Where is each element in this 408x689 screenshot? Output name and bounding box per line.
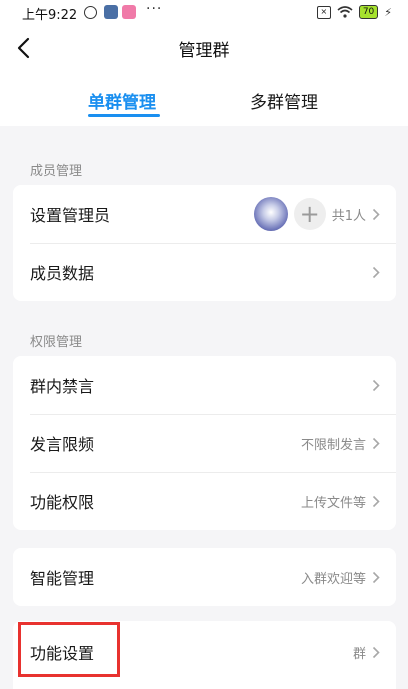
row-label: 群内禁言 — [30, 377, 95, 396]
page-title: 管理群 — [178, 41, 230, 61]
speech-rate-limit-row[interactable]: 发言限频 不限制发言 — [13, 414, 396, 472]
tab-multi-group[interactable]: 多群管理 — [250, 88, 318, 113]
chevron-right-icon — [372, 495, 380, 507]
section-label-permissions: 权限管理 — [30, 335, 83, 350]
row-right — [372, 379, 380, 392]
more-notifications-icon: ··· — [146, 1, 163, 17]
feature-permissions-row[interactable]: 功能权限 上传文件等 — [13, 472, 396, 530]
active-tab-indicator — [88, 114, 160, 117]
chevron-right-icon — [372, 437, 380, 449]
smart-management-row[interactable]: 智能管理 入群欢迎等 — [13, 548, 396, 606]
row-value: 不限制发言 — [300, 437, 366, 453]
row-label: 功能权限 — [30, 493, 95, 512]
chevron-right-icon — [372, 266, 380, 278]
charging-icon: ⚡ — [384, 5, 392, 19]
wifi-icon — [337, 6, 353, 18]
row-value: 入群欢迎等 — [300, 571, 366, 587]
chevron-right-icon — [372, 208, 380, 220]
permissions-card: 群内禁言 发言限频 不限制发言 功能权限 上传文件等 — [13, 356, 396, 530]
row-label: 智能管理 — [30, 569, 95, 588]
add-admin-button[interactable]: + — [293, 198, 326, 230]
status-bar: 上午9:22 ··· × 70 ⚡ — [0, 0, 408, 26]
row-label: 成员数据 — [30, 264, 95, 283]
battery-icon: 70 — [358, 5, 379, 19]
row-value: 群 — [352, 646, 366, 662]
row-value: 上传文件等 — [300, 495, 366, 511]
row-right: + 共1人 — [253, 197, 380, 231]
row-right: 入群欢迎等 — [301, 568, 380, 587]
tab-single-group[interactable]: 单群管理 — [88, 88, 156, 113]
smart-card: 智能管理 入群欢迎等 — [13, 548, 396, 606]
header: 管理群 单群管理 多群管理 — [0, 26, 408, 126]
highlight-box — [18, 622, 120, 677]
chevron-right-icon — [372, 646, 380, 658]
member-data-row[interactable]: 成员数据 — [13, 243, 396, 301]
alarm-icon — [84, 6, 97, 19]
chevron-right-icon — [372, 571, 380, 583]
chevron-right-icon — [372, 379, 380, 391]
status-time: 上午9:22 — [22, 8, 78, 23]
set-admin-row[interactable]: 设置管理员 + 共1人 — [13, 185, 396, 243]
row-right: 上传文件等 — [301, 492, 380, 511]
admin-count: 共1人 — [331, 208, 366, 224]
notification-box-icon: × — [316, 5, 331, 19]
section-label-members: 成员管理 — [30, 164, 83, 179]
group-mute-row[interactable]: 群内禁言 — [13, 356, 396, 414]
members-card: 设置管理员 + 共1人 成员数据 — [13, 185, 396, 301]
avatar — [253, 197, 288, 231]
app-icon — [104, 5, 118, 19]
row-label: 发言限频 — [30, 435, 95, 454]
status-right-group: × 70 ⚡ — [316, 5, 392, 19]
app-icon — [122, 5, 136, 19]
row-right: 群 — [353, 643, 380, 662]
row-right — [372, 266, 380, 279]
row-right: 不限制发言 — [301, 434, 380, 453]
row-label: 设置管理员 — [30, 206, 111, 225]
